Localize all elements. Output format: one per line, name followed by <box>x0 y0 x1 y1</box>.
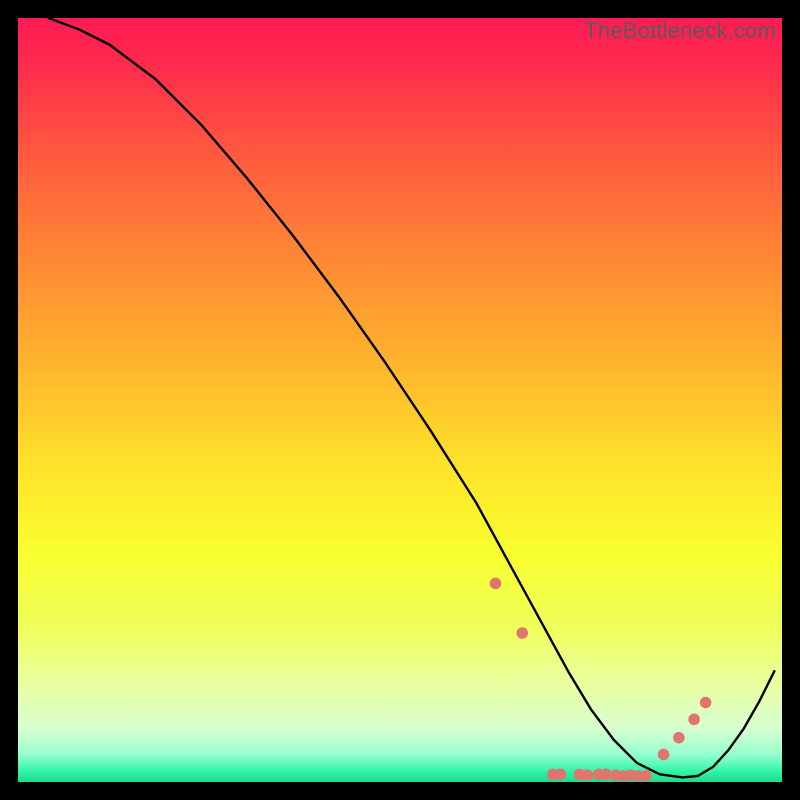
marker-dot <box>490 578 502 590</box>
marker-dot <box>581 769 593 781</box>
marker-dot <box>658 749 670 761</box>
chart-frame: TheBottleneck.com <box>18 18 782 782</box>
marker-dot <box>673 732 685 744</box>
marker-dot <box>640 770 652 782</box>
chart-canvas <box>18 18 782 782</box>
marker-dot <box>688 714 700 726</box>
marker-dot <box>700 697 712 709</box>
marker-dot <box>516 627 528 639</box>
gradient-background <box>18 18 782 782</box>
marker-dot <box>555 769 567 781</box>
